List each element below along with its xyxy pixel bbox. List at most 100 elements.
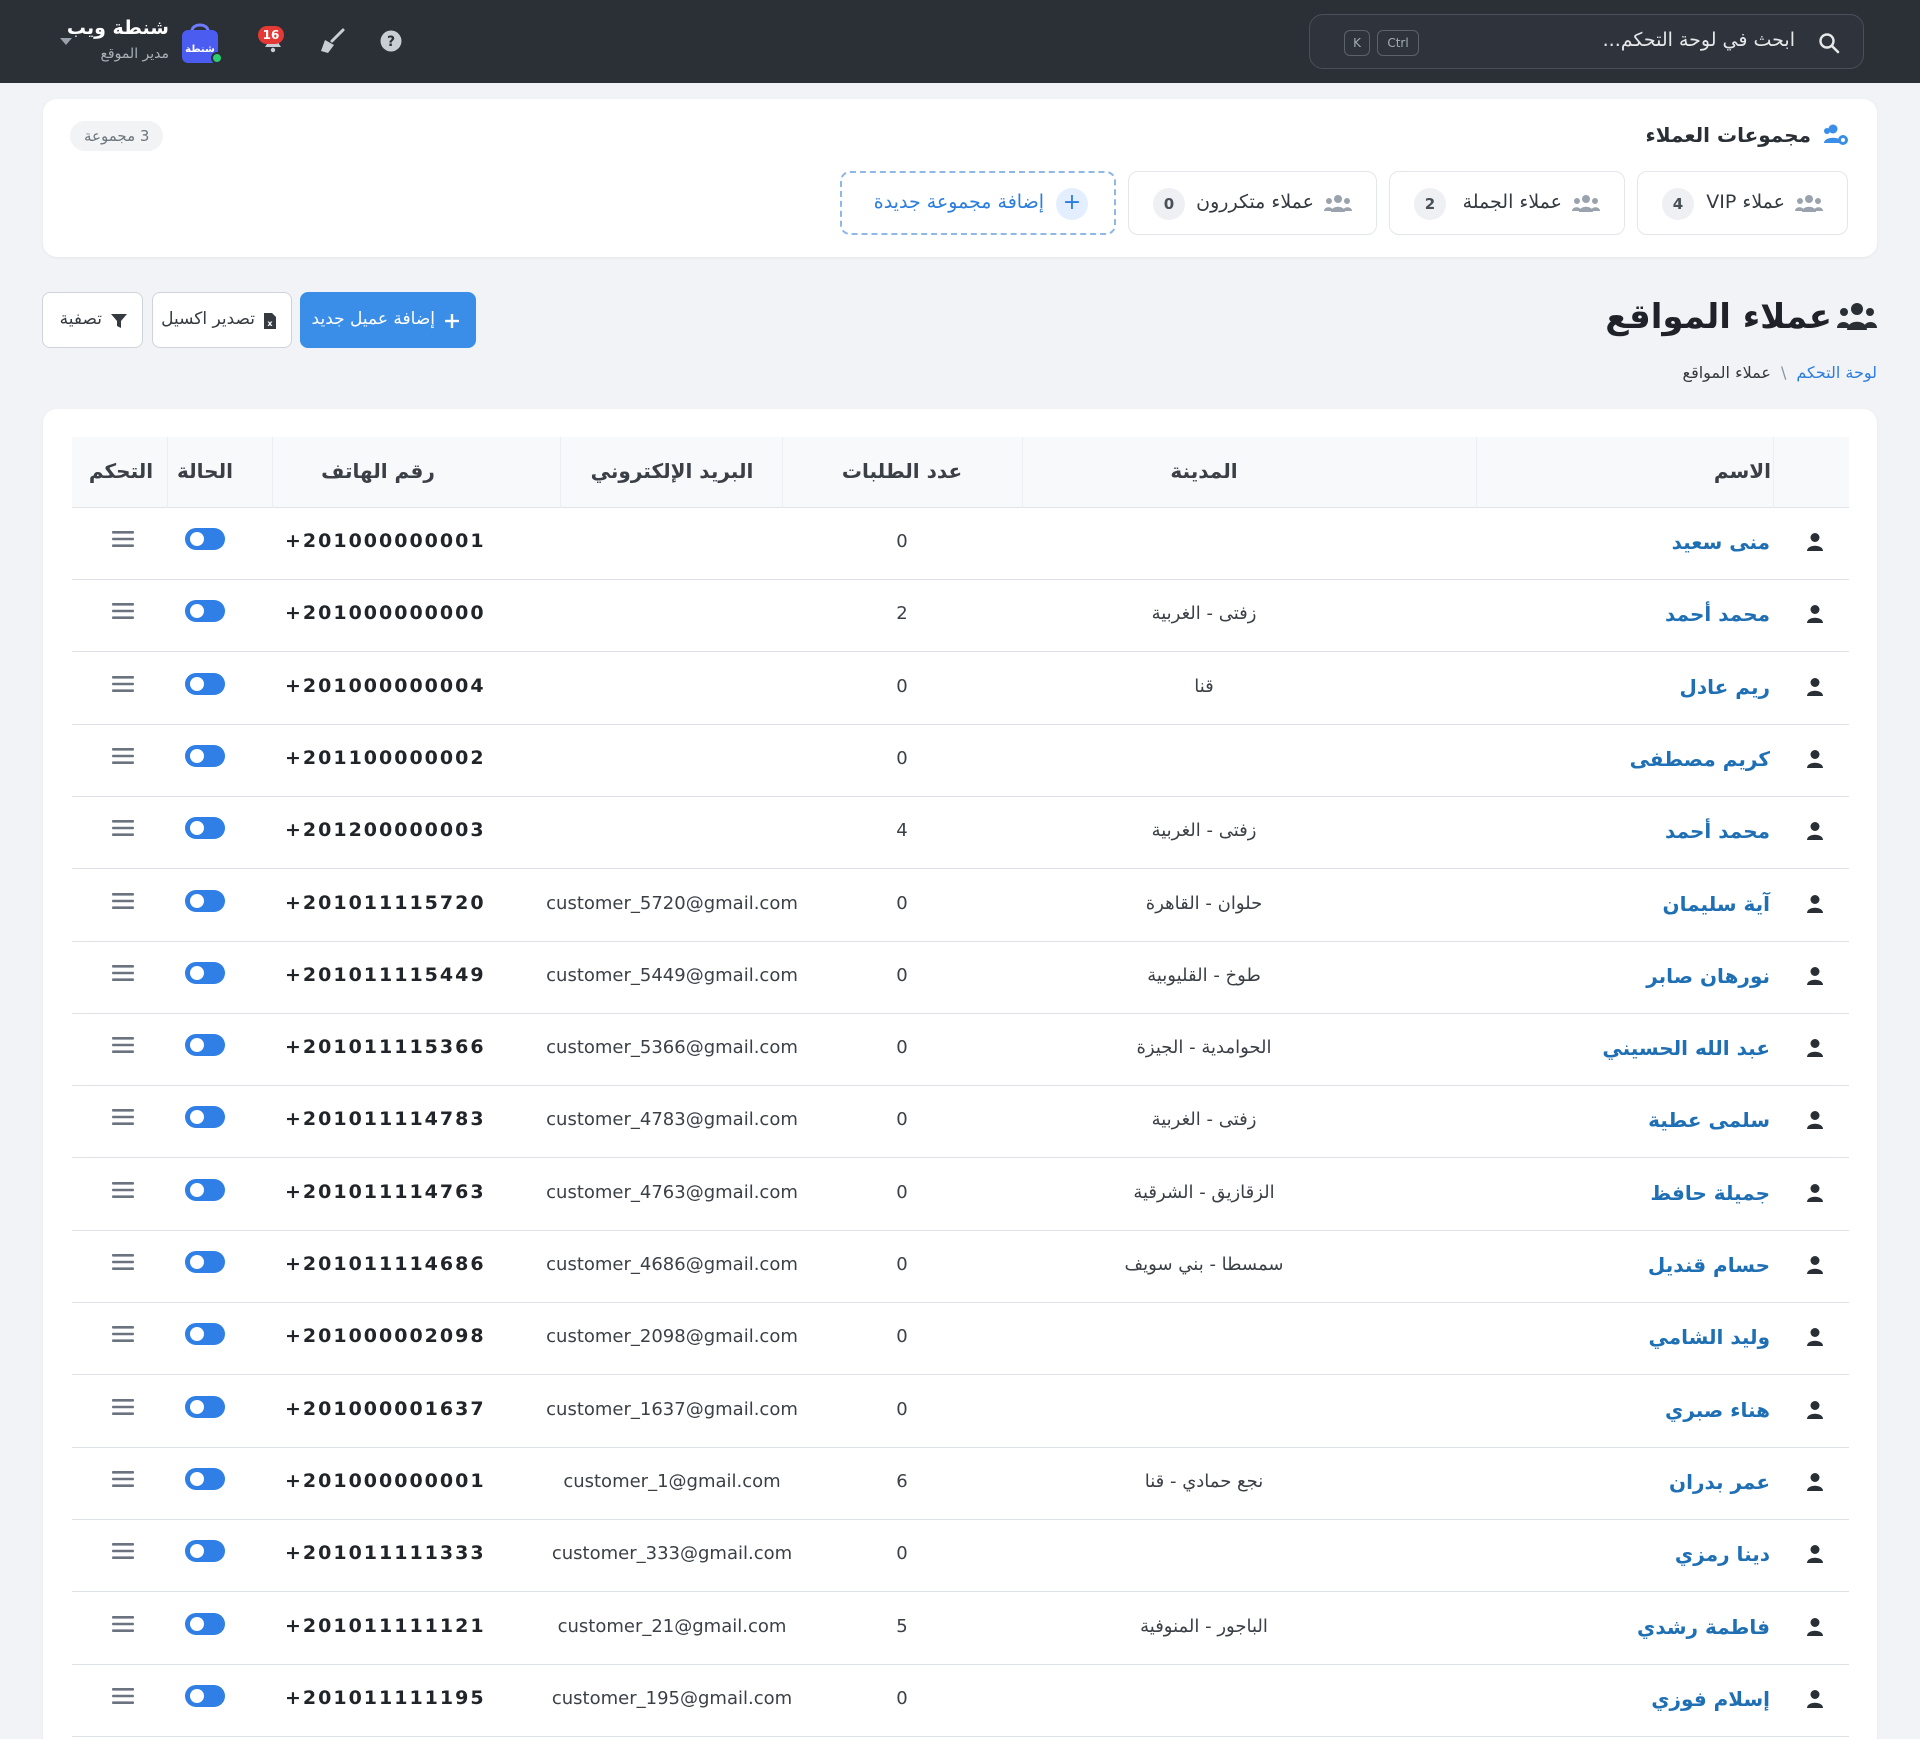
status-toggle[interactable]: [185, 1251, 225, 1273]
menu-bars-icon[interactable]: [112, 891, 134, 911]
status-toggle[interactable]: [185, 1540, 225, 1563]
table-row[interactable]: دينا رمزي 0 customer_333@gmail.com +2010111…: [72, 1520, 1849, 1593]
customer-email: customer_4686@gmail.com: [546, 1254, 798, 1275]
column-header-status[interactable]: الحالة: [177, 459, 233, 483]
customer-name-link[interactable]: وليد الشامي: [1649, 1325, 1770, 1349]
menu-bars-icon[interactable]: [112, 1035, 134, 1055]
customer-name-link[interactable]: فاطمة رشدي: [1637, 1615, 1770, 1639]
menu-bars-icon[interactable]: [112, 1180, 134, 1200]
menu-bars-icon[interactable]: [112, 818, 134, 838]
column-header-email[interactable]: البريد الإلكتروني: [591, 459, 754, 483]
table-row[interactable]: ريم عادل قنا 0 +201000000004: [72, 653, 1849, 725]
table-row[interactable]: جميلة حافظ الزقازيق - الشرقية 0 customer_47…: [72, 1159, 1849, 1231]
customer-name-link[interactable]: نورهان صابر: [1646, 964, 1770, 988]
chevron-down-icon[interactable]: [60, 38, 72, 45]
column-header-phone[interactable]: رقم الهاتف: [321, 459, 435, 483]
customer-name-link[interactable]: حسام قنديل: [1648, 1253, 1770, 1277]
table-row[interactable]: هناء صبري 0 customer_1637@gmail.com +201000…: [72, 1376, 1849, 1448]
add-customer-button[interactable]: إضافة عميل جديد: [300, 292, 476, 348]
group-chip-repeat[interactable]: عملاء متكررون 0: [1128, 171, 1377, 235]
logo-text: شنطة: [185, 44, 215, 55]
group-chip-wholesale[interactable]: عملاء الجملة 2: [1389, 171, 1625, 235]
table-row[interactable]: آية سليمان حلوان - القاهرة 0 customer_5720@…: [72, 870, 1849, 942]
table-row[interactable]: وليد الشامي 0 customer_2098@gmail.com +2010…: [72, 1303, 1849, 1376]
column-divider: [1773, 437, 1774, 508]
help-icon[interactable]: ?: [374, 24, 408, 58]
table-row[interactable]: منى سعيد 0 +201000000001: [72, 508, 1849, 580]
customer-name-link[interactable]: دينا رمزي: [1675, 1542, 1770, 1566]
status-toggle[interactable]: [185, 1323, 225, 1346]
table-row[interactable]: عمر بدران نجع حمادي - قنا 6 customer_1@gmai…: [72, 1448, 1849, 1520]
breadcrumb-home-link[interactable]: لوحة التحكم: [1796, 363, 1877, 382]
column-header-orders[interactable]: عدد الطلبات: [842, 459, 962, 483]
status-toggle[interactable]: [185, 1684, 225, 1707]
menu-bars-icon[interactable]: [112, 674, 134, 694]
menu-bars-icon[interactable]: [112, 529, 134, 549]
group-count: 2: [1414, 188, 1446, 220]
menu-bars-icon[interactable]: [112, 1107, 134, 1127]
user-icon: [1807, 1617, 1823, 1636]
customer-name-link[interactable]: محمد أحمد: [1665, 602, 1770, 626]
table-row[interactable]: حسام قنديل سمسطا - بني سويف 0 customer_4686…: [72, 1231, 1849, 1303]
menu-bars-icon[interactable]: [112, 1469, 134, 1489]
table-row[interactable]: سلمى عطية زفتى - الغربية 0 customer_4783@gm…: [72, 1086, 1849, 1159]
add-group-button[interactable]: + إضافة مجموعة جديدة: [840, 171, 1116, 235]
group-chip-vip[interactable]: عملاء VIP 4: [1637, 171, 1848, 235]
table-row[interactable]: محمد أحمد زفتى - الغربية 4 +201200000003: [72, 797, 1849, 870]
column-header-city[interactable]: المدينة: [1170, 459, 1237, 483]
status-toggle[interactable]: [185, 961, 225, 984]
status-toggle[interactable]: [185, 600, 225, 623]
customer-name-link[interactable]: إسلام فوزي: [1651, 1687, 1770, 1711]
customer-name-link[interactable]: عمر بدران: [1669, 1470, 1770, 1494]
customer-name-link[interactable]: كريم مصطفى: [1630, 747, 1770, 771]
table-row[interactable]: فاطمة رشدي الباجور - المنوفية 5 customer_21…: [72, 1593, 1849, 1665]
menu-bars-icon[interactable]: [112, 746, 134, 766]
status-toggle[interactable]: [185, 889, 225, 912]
customer-phone: +201000002098: [285, 1325, 486, 1348]
customer-phone: +201000000001: [285, 1469, 486, 1492]
column-divider: [1476, 437, 1477, 508]
customer-name-link[interactable]: جميلة حافظ: [1650, 1181, 1770, 1205]
menu-bars-icon[interactable]: [112, 1541, 134, 1561]
customer-orders-count: 0: [896, 1109, 908, 1131]
customer-name-link[interactable]: منى سعيد: [1672, 530, 1770, 554]
search-box[interactable]: K Ctrl ابحث في لوحة التحكم...: [1309, 14, 1864, 69]
customer-name-link[interactable]: عبد الله الحسيني: [1602, 1036, 1770, 1060]
menu-bars-icon[interactable]: [112, 1686, 134, 1706]
menu-bars-icon[interactable]: [112, 1252, 134, 1272]
customer-name-link[interactable]: محمد أحمد: [1665, 819, 1770, 843]
status-toggle[interactable]: [185, 1106, 225, 1129]
menu-bars-icon[interactable]: [112, 1614, 134, 1634]
export-excel-button[interactable]: x تصدير اكسيل: [152, 292, 292, 348]
table-row[interactable]: إسلام فوزي 0 customer_195@gmail.com +201011…: [72, 1665, 1849, 1737]
user-icon: [1807, 605, 1823, 624]
export-excel-label: تصدير اكسيل: [161, 309, 255, 329]
column-divider: [272, 437, 273, 508]
clear-cache-broom-icon[interactable]: [316, 24, 350, 58]
status-toggle[interactable]: [185, 1034, 225, 1057]
status-toggle[interactable]: [185, 744, 225, 767]
status-toggle[interactable]: [185, 1178, 225, 1201]
column-header-name[interactable]: الاسم: [1714, 459, 1771, 483]
status-toggle[interactable]: [185, 817, 225, 840]
status-toggle[interactable]: [185, 528, 225, 550]
customer-name-link[interactable]: هناء صبري: [1665, 1398, 1770, 1422]
status-toggle[interactable]: [185, 1612, 225, 1635]
status-toggle[interactable]: [185, 672, 225, 695]
user-name[interactable]: شنطة ويب: [67, 17, 169, 39]
table-row[interactable]: كريم مصطفى 0 +201100000002: [72, 725, 1849, 797]
table-row[interactable]: نورهان صابر طوخ - القليوبية 0 customer_5449…: [72, 942, 1849, 1014]
menu-bars-icon[interactable]: [112, 601, 134, 621]
menu-bars-icon[interactable]: [112, 1397, 134, 1417]
customer-orders-count: 5: [896, 1615, 908, 1637]
customer-name-link[interactable]: آية سليمان: [1663, 892, 1770, 916]
status-toggle[interactable]: [185, 1395, 225, 1418]
customer-name-link[interactable]: ريم عادل: [1680, 675, 1770, 699]
customer-name-link[interactable]: سلمى عطية: [1648, 1108, 1770, 1132]
filter-button[interactable]: تصفية: [42, 292, 143, 348]
menu-bars-icon[interactable]: [112, 963, 134, 983]
table-row[interactable]: محمد أحمد زفتى - الغربية 2 +201000000000: [72, 580, 1849, 653]
menu-bars-icon[interactable]: [112, 1324, 134, 1344]
table-row[interactable]: عبد الله الحسيني الحوامدية - الجيزة 0 custo…: [72, 1014, 1849, 1087]
status-toggle[interactable]: [185, 1467, 225, 1490]
